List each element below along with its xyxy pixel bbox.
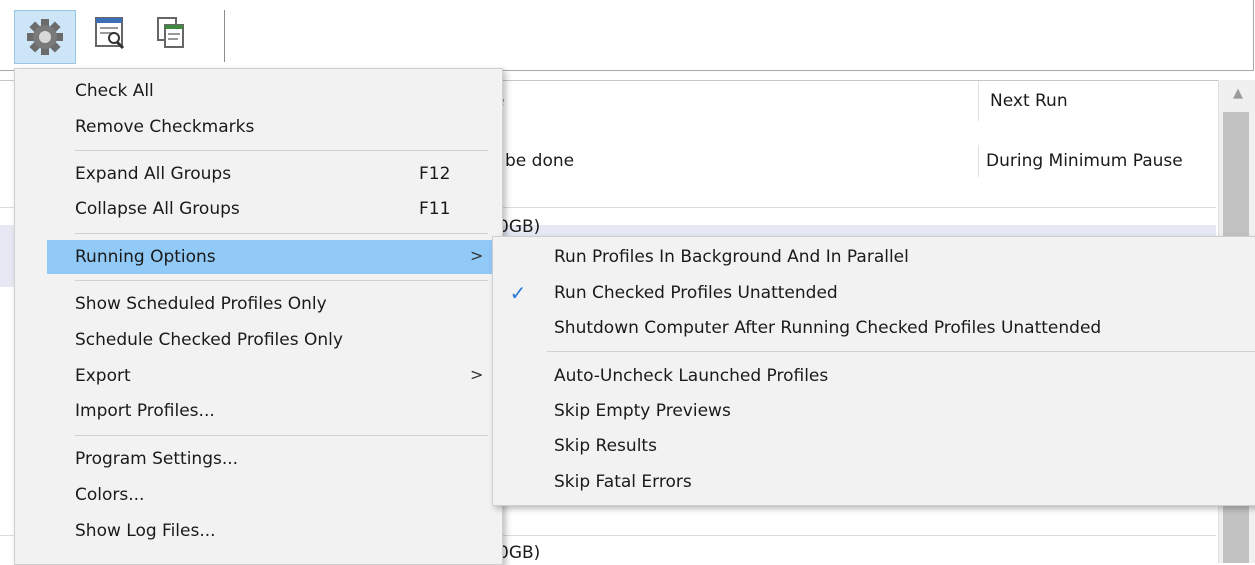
submenu-item-run-background-parallel[interactable]: Run Profiles In Background And In Parall… <box>493 240 1255 274</box>
menu-item-label: Run Checked Profiles Unattended <box>554 283 838 303</box>
menu-item-label: Show Log Files... <box>75 521 216 541</box>
menu-item-label: Shutdown Computer After Running Checked … <box>554 318 1102 338</box>
menu-item-label: Auto-Uncheck Launched Profiles <box>554 366 829 386</box>
settings-toolbar-button[interactable] <box>14 10 76 64</box>
menu-item-label: Skip Results <box>554 436 657 456</box>
submenu-item-shutdown-after-running[interactable]: Shutdown Computer After Running Checked … <box>493 311 1255 345</box>
menu-item-label: Expand All Groups <box>75 164 232 184</box>
submenu-item-skip-results[interactable]: Skip Results <box>493 429 1255 463</box>
copy-toolbar-button[interactable] <box>152 12 192 54</box>
toolbar-separator <box>224 10 225 62</box>
document-magnifier-icon <box>95 17 125 50</box>
chevron-right-icon: > <box>470 246 484 265</box>
menu-item-shortcut: F11 <box>419 199 451 219</box>
menu-separator <box>75 435 488 436</box>
menu-separator <box>75 233 488 234</box>
menu-item-program-settings[interactable]: Program Settings... <box>15 442 502 476</box>
toolbar <box>0 0 1254 71</box>
menu-item-label: Check All <box>75 81 154 101</box>
menu-item-label: Show Scheduled Profiles Only <box>75 294 327 314</box>
menu-item-label: Collapse All Groups <box>75 199 240 219</box>
menu-item-expand-all-groups[interactable]: Expand All Groups F12 <box>15 157 502 191</box>
menu-item-label: Program Settings... <box>75 449 239 469</box>
submenu-item-skip-empty-previews[interactable]: Skip Empty Previews <box>493 394 1255 428</box>
row-size-text: 0GB) <box>498 217 541 237</box>
menu-item-collapse-all-groups[interactable]: Collapse All Groups F11 <box>15 192 502 226</box>
menu-item-label: Run Profiles In Background And In Parall… <box>554 247 909 267</box>
row-size-text: 0GB) <box>498 543 541 563</box>
menu-separator <box>547 351 1255 352</box>
preview-toolbar-button[interactable] <box>90 12 130 54</box>
menu-separator <box>75 280 488 281</box>
menu-item-show-scheduled-profiles[interactable]: Show Scheduled Profiles Only <box>15 287 502 321</box>
checkmark-icon: ✓ <box>509 281 527 305</box>
menu-item-export[interactable]: Export > <box>15 359 502 393</box>
menu-item-shortcut: F12 <box>419 164 451 184</box>
menu-item-schedule-checked-profiles[interactable]: Schedule Checked Profiles Only <box>15 323 502 357</box>
settings-menu: Check All Remove Checkmarks Expand All G… <box>14 68 503 565</box>
menu-item-colors[interactable]: Colors... <box>15 478 502 512</box>
submenu-item-skip-fatal-errors[interactable]: Skip Fatal Errors <box>493 465 1255 499</box>
submenu-item-run-checked-unattended[interactable]: ✓ Run Checked Profiles Unattended <box>493 276 1255 310</box>
menu-item-show-log-files[interactable]: Show Log Files... <box>15 514 502 548</box>
menu-item-running-options[interactable]: Running Options > <box>47 240 502 274</box>
column-separator <box>978 81 979 121</box>
menu-item-check-all[interactable]: Check All <box>15 74 502 108</box>
submenu-item-auto-uncheck[interactable]: Auto-Uncheck Launched Profiles <box>493 359 1255 393</box>
menu-item-label: Export <box>75 366 131 386</box>
selected-row-next-run: During Minimum Pause <box>986 151 1183 171</box>
column-header-next-run[interactable]: Next Run <box>990 91 1068 111</box>
menu-item-import-profiles[interactable]: Import Profiles... <box>15 394 502 428</box>
menu-separator <box>75 150 488 151</box>
copy-documents-icon <box>157 17 184 48</box>
menu-item-remove-checkmarks[interactable]: Remove Checkmarks <box>15 110 502 144</box>
menu-item-label: Schedule Checked Profiles Only <box>75 330 343 350</box>
gear-icon <box>27 19 63 55</box>
menu-item-label: Skip Fatal Errors <box>554 472 692 492</box>
menu-item-label: Import Profiles... <box>75 401 215 421</box>
menu-item-label: Running Options <box>75 247 216 267</box>
menu-item-label: Skip Empty Previews <box>554 401 731 421</box>
chevron-right-icon: > <box>470 365 484 384</box>
menu-item-label: Remove Checkmarks <box>75 117 255 137</box>
selected-row-description: be done <box>505 151 575 171</box>
running-options-submenu: Run Profiles In Background And In Parall… <box>492 236 1255 506</box>
column-separator <box>978 145 979 177</box>
scroll-up-icon[interactable]: ▲ <box>1229 86 1247 101</box>
menu-item-label: Colors... <box>75 485 145 505</box>
